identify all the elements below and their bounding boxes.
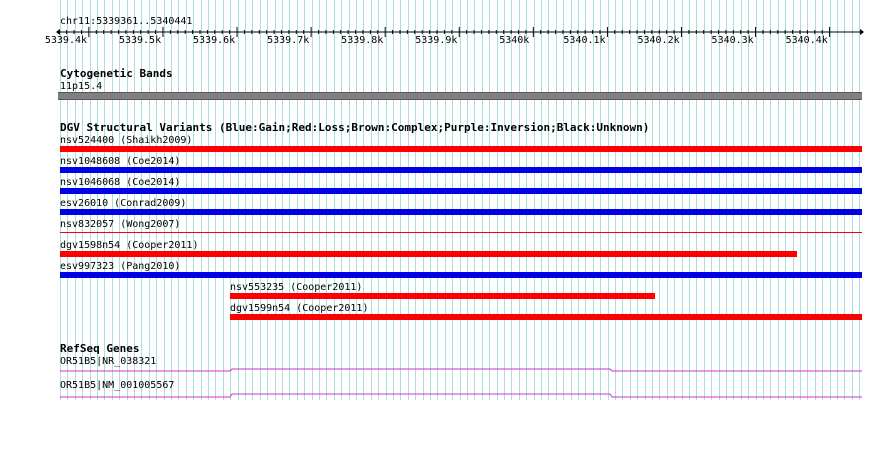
dgv-variant-nsv832057[interactable] [60,232,862,233]
dgv-variant-dgv1598n54[interactable] [60,251,797,257]
ruler-tick-label: 5340.1k [563,35,606,46]
dgv-variant-esv997323[interactable] [60,272,862,278]
dgv-variant-dgv1599n54[interactable] [230,314,862,320]
ruler-tick-label: 5340.4k [785,35,828,46]
ruler-tick-label: 5339.8k [341,35,384,46]
dgv-label-dgv1599n54: dgv1599n54 (Cooper2011) [230,303,369,314]
ruler-tick-label: 5339.7k [267,35,310,46]
ruler-tick-label: 5339.4k [44,35,88,46]
dgv-label-nsv1048608: nsv1048608 (Coe2014) [60,156,181,167]
refseq-gene-nr-038321[interactable] [0,366,890,378]
genome-browser-panel: chr11:5339361..5340441 5339.4k 5339.5k 533… [0,0,890,454]
cytoband-track-title: Cytogenetic Bands [60,67,173,80]
ruler-tick-label: 5339.6k [193,35,236,46]
dgv-label-dgv1598n54: dgv1598n54 (Cooper2011) [60,240,199,251]
dgv-label-esv26010: esv26010 (Conrad2009) [60,198,187,209]
ruler-tick-label: 5340.2k [637,35,680,46]
cytoband-label: 11p15.4 [60,81,103,92]
ruler-tick-label: 5339.9k [415,35,458,46]
dgv-label-nsv1046068: nsv1046068 (Coe2014) [60,177,181,188]
dgv-label-nsv524400: nsv524400 (Shaikh2009) [60,135,193,146]
dgv-variant-esv26010[interactable] [60,209,862,215]
refseq-track-title: RefSeq Genes [60,342,140,355]
dgv-variant-nsv1046068[interactable] [60,188,862,194]
dgv-label-nsv832057: nsv832057 (Wong2007) [60,219,181,230]
ruler-tick-label: 5340k [499,35,530,46]
dgv-track-title: DGV Structural Variants (Blue:Gain;Red:L… [60,121,650,134]
cytoband-bar[interactable] [58,92,862,100]
ruler-tick-label: 5339.5k [118,35,162,46]
ruler-tick-label: 5340.3k [711,35,754,46]
dgv-label-esv997323: esv997323 (Pang2010) [60,261,181,272]
dgv-label-nsv553235: nsv553235 (Cooper2011) [230,282,363,293]
dgv-variant-nsv1048608[interactable] [60,167,862,173]
dgv-variant-nsv553235[interactable] [230,293,655,299]
dgv-variant-nsv524400[interactable] [60,146,862,152]
refseq-gene-nm-001005567[interactable] [0,390,890,402]
